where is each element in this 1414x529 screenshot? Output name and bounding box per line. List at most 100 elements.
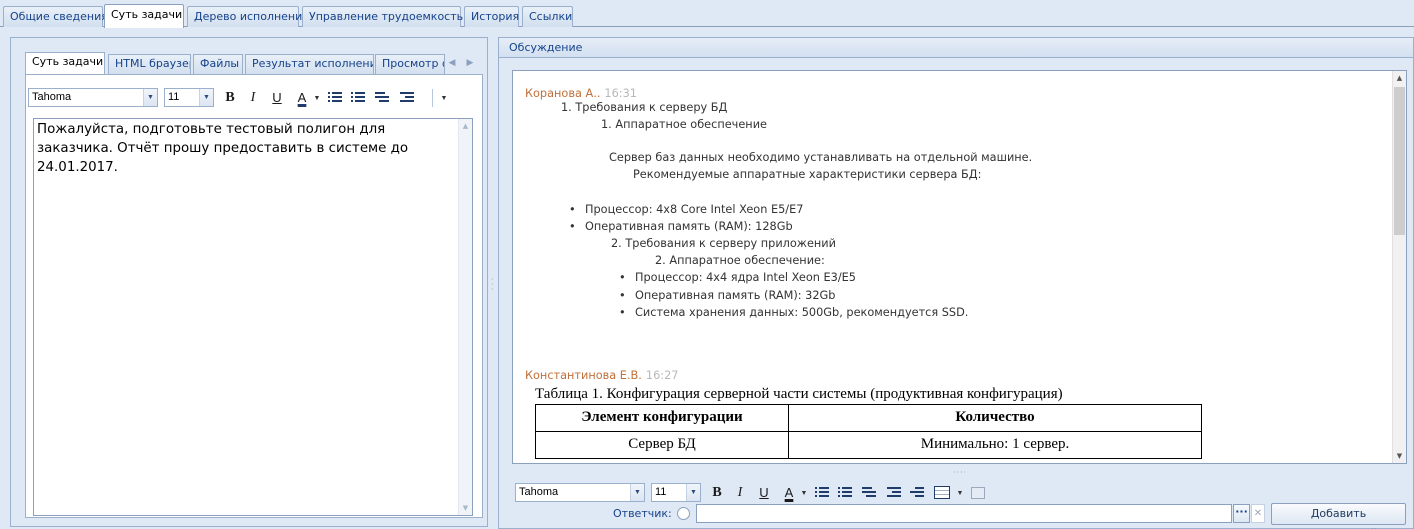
table-header: Элемент конфигурации <box>535 403 789 432</box>
task-description-line: Пожалуйста, подготовьте тестовый полигон… <box>37 122 386 137</box>
chevron-down-icon[interactable]: ▼ <box>630 484 644 501</box>
font-family-select[interactable]: Tahoma ▼ <box>28 88 158 107</box>
table-icon[interactable] <box>934 486 950 499</box>
comment-author: Коранова А.. 16:31 <box>525 87 1393 100</box>
main-tab-strip: Общие сведения Суть задачи Дерево исполн… <box>0 0 1414 28</box>
underline-button[interactable]: U <box>755 484 773 502</box>
bold-button[interactable]: B <box>221 89 239 107</box>
task-description-line: 24.01.2017. <box>37 160 118 175</box>
table-dropdown-icon[interactable]: ▼ <box>956 484 964 502</box>
font-color-button[interactable]: A <box>293 89 311 107</box>
comment-line: Рекомендуемые аппаратные характеристики … <box>633 168 982 182</box>
bold-button[interactable]: B <box>708 484 726 502</box>
discussion-scrollbar[interactable]: ▲ ▼ <box>1392 71 1406 463</box>
editor-scrollbar[interactable]: ▲ ▼ <box>458 119 472 515</box>
comment-line: 2. Аппаратное обеспечение: <box>655 253 825 267</box>
bullet-list-icon[interactable] <box>815 487 829 499</box>
font-family-select[interactable]: Tahoma ▼ <box>515 483 645 502</box>
italic-button[interactable]: I <box>731 484 749 502</box>
italic-button[interactable]: I <box>244 89 262 107</box>
tab-execution-tree[interactable]: Дерево исполнения <box>187 6 309 27</box>
font-size-select[interactable]: 11 ▼ <box>651 483 701 502</box>
clear-recipient-icon[interactable]: ✕ <box>1251 504 1265 523</box>
vertical-splitter[interactable]: · · · <box>491 276 495 295</box>
task-subtabs: Суть задачи HTML браузер Файлы Результат… <box>25 52 487 75</box>
toolbar-overflow-icon[interactable]: ▼ <box>440 89 448 107</box>
comment-bullet: Оперативная память (RAM): 32Gb <box>619 287 1393 305</box>
task-description[interactable]: Пожалуйста, подготовьте тестовый полигон… <box>33 118 473 516</box>
scroll-thumb[interactable] <box>1394 87 1405 235</box>
comment-bullet: Процессор: 4x4 ядра Intel Xeon E3/E5 <box>619 269 1393 287</box>
select-recipient-button[interactable]: ··· <box>1233 504 1250 523</box>
task-essence-panel: Суть задачи HTML браузер Файлы Результат… <box>10 37 488 527</box>
author-name: Константинова Е.В. <box>525 368 642 382</box>
comment-line: 1. Требования к серверу БД <box>561 101 728 114</box>
tab-task-essence[interactable]: Суть задачи <box>104 4 184 28</box>
subtab-execution-result[interactable]: Результат исполнения <box>245 54 374 74</box>
table-row: Сервер БД Минимально: 1 сервер. <box>535 430 1202 459</box>
tabs-scroll-left-icon[interactable]: ◀ <box>446 56 458 70</box>
comment-blank-line <box>525 184 1393 201</box>
author-name: Коранова А.. <box>525 87 601 100</box>
font-family-value: Tahoma <box>519 486 559 498</box>
subtab-files[interactable]: Файлы <box>193 54 243 74</box>
comment-bullet: Оперативная память (RAM): 128Gb <box>569 218 1393 236</box>
font-size-select[interactable]: 11 ▼ <box>164 88 214 107</box>
numbered-list-icon[interactable] <box>838 487 852 499</box>
font-color-dropdown-icon[interactable]: ▼ <box>800 484 808 502</box>
comment-line: 2. Требования к серверу приложений <box>611 236 836 250</box>
task-description-line: заказчика. Отчёт прошу предоставить в си… <box>37 141 409 156</box>
chevron-down-icon[interactable]: ▼ <box>199 89 213 106</box>
table-properties-icon[interactable] <box>971 487 985 499</box>
comment-blank-line <box>525 134 1393 151</box>
underline-button[interactable]: U <box>268 89 286 107</box>
comment-line: Сервер баз данных необходимо устанавлива… <box>609 151 1033 165</box>
reply-radio[interactable] <box>677 507 690 520</box>
table-cell: Минимально: 1 сервер. <box>788 430 1202 459</box>
multilevel-list-icon[interactable] <box>862 487 876 499</box>
comment-line: 1. Аппаратное обеспечение <box>601 117 767 131</box>
font-color-dropdown-icon[interactable]: ▼ <box>313 89 321 107</box>
table-header: Количество <box>788 403 1202 432</box>
tab-links[interactable]: Ссылки <box>522 6 573 27</box>
comment-bullet: Система хранения данных: 500Gb, рекоменд… <box>619 304 1393 322</box>
discussion-panel: Обсуждение Коранова А.. 16:31 1. Требован… <box>498 37 1414 529</box>
indent-icon[interactable] <box>400 92 414 104</box>
discussion-feed: Коранова А.. 16:31 1. Требования к сервер… <box>512 70 1407 464</box>
scroll-up-icon[interactable]: ▲ <box>459 119 472 133</box>
config-table: Элемент конфигурации Количество Сервер Б… <box>535 403 1202 459</box>
table-header-row: Элемент конфигурации Количество <box>535 403 1202 432</box>
scroll-down-icon[interactable]: ▼ <box>459 501 472 515</box>
bullet-list-icon[interactable] <box>328 92 342 104</box>
multilevel-list-icon[interactable] <box>375 92 389 104</box>
subtab-task-essence[interactable]: Суть задачи <box>25 52 105 75</box>
subtab-preview[interactable]: Просмотр фа <box>375 54 445 74</box>
font-size-value: 11 <box>655 486 667 498</box>
tabs-scroll-right-icon[interactable]: ▶ <box>464 56 476 70</box>
editor-toolbar: Tahoma ▼ 11 ▼ B I U A ▼ ▼ <box>28 86 480 110</box>
comment-time: 16:31 <box>604 87 637 100</box>
comment-bullet: Процессор: 4x8 Core Intel Xeon E5/E7 <box>569 201 1393 219</box>
horizontal-splitter[interactable]: ···· <box>953 469 967 477</box>
font-color-button[interactable]: A <box>780 484 798 502</box>
outdent-icon[interactable] <box>887 487 901 499</box>
tab-history[interactable]: История <box>464 6 519 27</box>
chevron-down-icon[interactable]: ▼ <box>686 484 700 501</box>
chevron-down-icon[interactable]: ▼ <box>143 89 157 106</box>
comment-author: Константинова Е.В. 16:27 <box>525 369 1393 382</box>
tab-general-info[interactable]: Общие сведения <box>3 6 108 27</box>
comment-time: 16:27 <box>645 368 679 382</box>
subtab-html-browser[interactable]: HTML браузер <box>108 54 191 74</box>
comment-toolbar: Tahoma ▼ 11 ▼ B I U A ▼ ▼ <box>515 481 995 505</box>
numbered-list-icon[interactable] <box>351 92 365 104</box>
scroll-down-icon[interactable]: ▼ <box>1393 449 1406 463</box>
scroll-up-icon[interactable]: ▲ <box>1393 71 1406 85</box>
discussion-header: Обсуждение <box>499 38 1413 58</box>
reply-recipient-input[interactable] <box>696 504 1232 523</box>
font-size-value: 11 <box>168 91 180 103</box>
table-cell: Сервер БД <box>535 430 789 459</box>
tab-effort-management[interactable]: Управление трудоемкостью <box>302 6 472 27</box>
indent-icon[interactable] <box>910 487 924 499</box>
discussion-content: Коранова А.. 16:31 1. Требования к сервер… <box>513 71 1393 463</box>
add-comment-button[interactable]: Добавить комментарий <box>1271 503 1406 529</box>
